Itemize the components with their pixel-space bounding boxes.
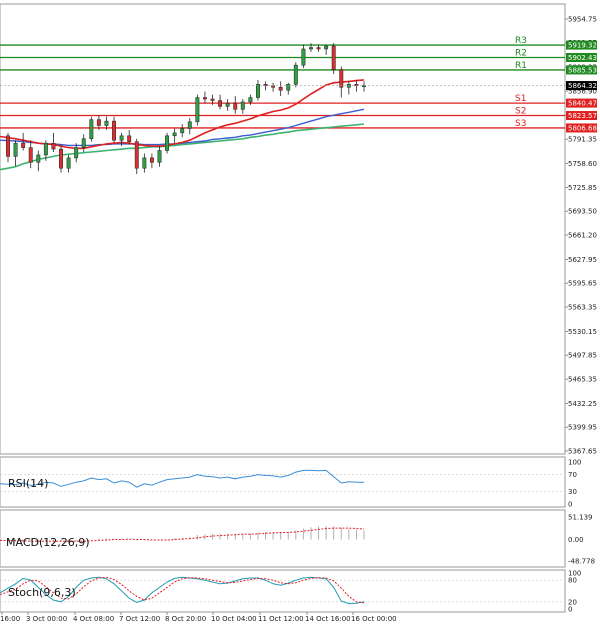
price-tick-label: 5693.50 <box>568 208 597 216</box>
time-axis: 16:00 3 Oct 00:00 4 Oct 08:00 7 Oct 12:00 8 … <box>0 612 397 623</box>
price-tick-label: 5497.85 <box>568 352 597 360</box>
time-tick-label: 3 Oct 00:00 <box>26 615 67 623</box>
price-tick-label: 5399.95 <box>568 424 597 432</box>
level-name-r1: R1 <box>515 61 527 71</box>
candle-body <box>134 141 139 169</box>
time-tick-label: 4 Oct 08:00 <box>73 615 114 623</box>
candle-body <box>180 128 185 134</box>
candle-body <box>202 97 207 100</box>
stoch-label: Stoch(9,6,3) <box>8 586 76 599</box>
level-value-s1: 5840.47 <box>568 100 597 108</box>
level-value-s2: 5823.57 <box>568 112 597 120</box>
candle-body <box>187 121 192 129</box>
candle-body <box>218 100 223 107</box>
rsi-tick-label: 30 <box>568 488 577 496</box>
price-tick-label: 5367.65 <box>568 448 597 456</box>
level-name-s3: S3 <box>515 119 526 129</box>
candle-body <box>301 48 306 66</box>
time-tick-label: 14 Oct 16:00 <box>305 615 351 623</box>
price-tick-label: 5595.65 <box>568 280 597 288</box>
price-tick-label: 5758.60 <box>568 160 597 168</box>
level-name-r2: R2 <box>515 48 527 58</box>
price-tick-label: 5627.95 <box>568 256 597 264</box>
level-value-r2: 5902.43 <box>568 54 597 62</box>
price-tick-label: 5661.20 <box>568 232 597 240</box>
price-tick-label: 5725.85 <box>568 184 597 192</box>
candle-body <box>309 47 313 50</box>
price-tick-label: 5432.25 <box>568 400 597 408</box>
candle-body <box>142 157 147 169</box>
price-tick-label: 5791.35 <box>568 136 597 144</box>
candle-body <box>316 47 321 50</box>
candle-body <box>248 97 253 103</box>
candle-body <box>43 142 48 156</box>
rsi-panel <box>0 456 566 508</box>
candle-body <box>157 150 162 163</box>
candle-body <box>112 120 116 141</box>
level-value-s3: 5806.68 <box>568 124 597 132</box>
time-tick-label: 8 Oct 20:00 <box>165 615 206 623</box>
candle-body <box>21 142 26 148</box>
macd-tick-label: 51.139 <box>568 514 593 522</box>
candle-body <box>331 45 336 70</box>
level-value-r3: 5919.32 <box>568 42 597 50</box>
macd-label: MACD(12,26,9) <box>6 536 90 549</box>
candle-body <box>240 101 245 110</box>
level-value-r1: 5885.53 <box>568 66 597 74</box>
candle-body <box>127 135 132 142</box>
main-panel <box>0 3 566 455</box>
stoch-tick-label: 0 <box>568 606 572 614</box>
candle-body <box>96 119 101 126</box>
candle-body <box>74 147 79 159</box>
candle-body <box>195 97 200 123</box>
candle-body <box>51 142 56 150</box>
candle-body <box>59 148 63 169</box>
time-tick-label: 16 Oct 00:00 <box>351 615 397 623</box>
candle-body <box>66 157 71 169</box>
candle-body <box>278 86 283 91</box>
candle-body <box>165 135 170 151</box>
candle-body <box>104 120 109 126</box>
candle-body <box>149 157 154 163</box>
candle-body <box>293 64 298 85</box>
candle-body <box>81 138 86 148</box>
level-name-s2: S2 <box>515 107 526 117</box>
time-tick-label: 10 Oct 04:00 <box>211 615 257 623</box>
time-tick-label: 11 Oct 12:00 <box>258 615 304 623</box>
candle-body <box>286 84 291 91</box>
candle-body <box>13 142 18 157</box>
chart-root: 5954.755922.555889.355856.905824.105791.… <box>0 3 597 623</box>
current-price-value: 5864.32 <box>568 82 597 90</box>
candle-body <box>89 119 94 140</box>
candle-body <box>233 103 238 110</box>
stoch-panel <box>0 569 566 613</box>
rsi-tick-label: 0 <box>568 501 572 509</box>
price-tick-label: 5530.15 <box>568 328 597 336</box>
candle-body <box>119 135 124 141</box>
candle-body <box>339 69 344 88</box>
candle-body <box>36 154 41 163</box>
price-tick-label: 5465.35 <box>568 376 597 384</box>
candle-body <box>172 132 177 137</box>
candle-body <box>28 147 33 163</box>
level-name-r3: R3 <box>515 36 527 46</box>
rsi-label: RSI(14) <box>8 477 48 490</box>
time-tick-label: 16:00 <box>0 615 20 623</box>
stoch-tick-label: 80 <box>568 577 577 585</box>
price-tick-label: 5563.35 <box>568 304 597 312</box>
time-tick-label: 7 Oct 12:00 <box>119 615 160 623</box>
candle-body <box>271 85 276 88</box>
macd-tick-label: 0.00 <box>568 536 584 544</box>
rsi-tick-label: 70 <box>568 471 577 479</box>
candle-body <box>362 85 366 88</box>
candle-body <box>210 98 215 101</box>
candle-body <box>324 45 329 50</box>
price-tick-label: 5954.75 <box>568 16 597 24</box>
candle-body <box>225 103 230 107</box>
candle-body <box>6 135 10 157</box>
level-name-s1: S1 <box>515 94 526 104</box>
candle-body <box>256 84 260 98</box>
rsi-tick-label: 100 <box>568 459 581 467</box>
macd-tick-label: -48.778 <box>568 558 595 566</box>
